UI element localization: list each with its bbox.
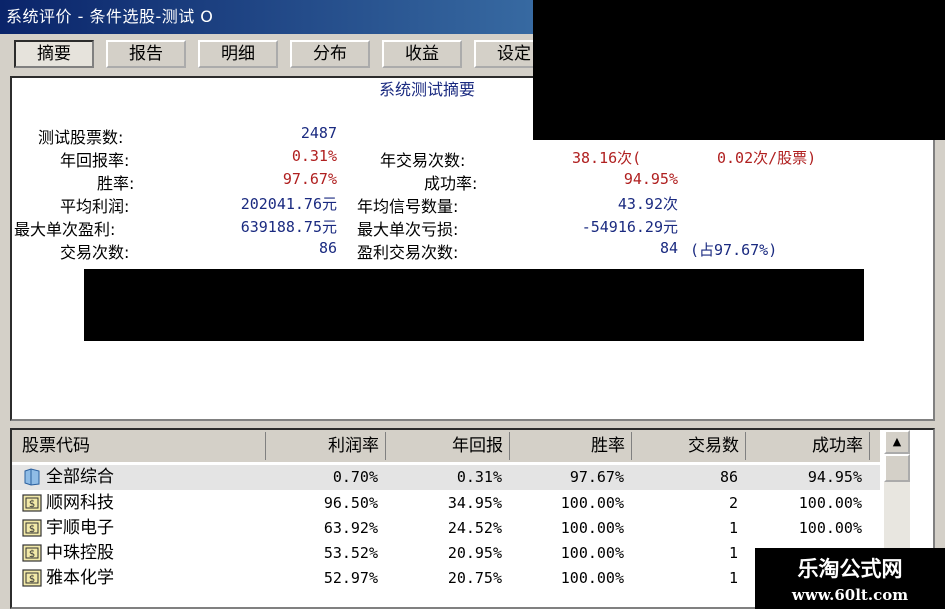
row-name-cell: 全部综合 bbox=[22, 465, 114, 490]
annual-signals-label: 年均信号数量: bbox=[357, 197, 459, 216]
trades-cell: 1 bbox=[728, 569, 738, 587]
annual-return-cell: 24.52% bbox=[447, 519, 502, 537]
table-row[interactable]: $ 宇顺电子 63.92% 24.52% 100.00% 1 100.00% bbox=[12, 516, 880, 541]
annual-signals-value: 43.92次 bbox=[617, 195, 678, 213]
stock-icon: $ bbox=[22, 519, 42, 537]
trade-count-label: 交易次数: bbox=[60, 243, 130, 262]
win-rate-cell: 97.67% bbox=[569, 468, 624, 486]
profit-rate-cell: 53.52% bbox=[323, 544, 378, 562]
annual-return-cell: 0.31% bbox=[456, 468, 502, 486]
stock-icon: $ bbox=[22, 544, 42, 562]
success-rate-cell: 100.00% bbox=[798, 494, 862, 512]
trades-cell: 1 bbox=[728, 544, 738, 562]
annual-return-cell: 20.95% bbox=[447, 544, 502, 562]
scroll-thumb[interactable] bbox=[884, 454, 910, 482]
win-rate-cell: 100.00% bbox=[560, 519, 624, 537]
header-success-rate[interactable]: 成功率 bbox=[746, 432, 870, 460]
svg-text:$: $ bbox=[29, 574, 35, 585]
table-row[interactable]: $ 中珠控股 53.52% 20.95% 100.00% 1 bbox=[12, 541, 880, 566]
win-rate-label: 胜率: bbox=[97, 174, 135, 193]
table-row[interactable]: $ 顺网科技 96.50% 34.95% 100.00% 2 100.00% bbox=[12, 491, 880, 516]
stock-icon: $ bbox=[22, 494, 42, 512]
test-stock-count-value: 2487 bbox=[300, 124, 337, 142]
tab-report[interactable]: 报告 bbox=[106, 40, 186, 68]
max-single-loss-label: 最大单次亏损: bbox=[357, 220, 459, 239]
row-name-cell: $ 顺网科技 bbox=[22, 491, 114, 516]
header-profit-rate[interactable]: 利润率 bbox=[266, 432, 386, 460]
table-row[interactable]: 全部综合 0.70% 0.31% 97.67% 86 94.95% bbox=[12, 465, 880, 490]
profit-trades-label: 盈利交易次数: bbox=[357, 243, 459, 262]
stock-name: 宇顺电子 bbox=[46, 518, 114, 538]
profit-rate-cell: 96.50% bbox=[323, 494, 378, 512]
profit-rate-cell: 0.70% bbox=[332, 468, 378, 486]
avg-profit-label: 平均利润: bbox=[60, 197, 130, 216]
trades-cell: 2 bbox=[728, 494, 738, 512]
trades-cell: 1 bbox=[728, 519, 738, 537]
win-rate-cell: 100.00% bbox=[560, 494, 624, 512]
redacted-area bbox=[84, 269, 864, 341]
annual-trades-label: 年交易次数: bbox=[380, 151, 466, 170]
watermark-url: www.60lt.com bbox=[791, 586, 909, 604]
annual-trades-value: 38.16次( bbox=[572, 149, 642, 167]
row-name-cell: $ 雅本化学 bbox=[22, 566, 114, 591]
header-win-rate[interactable]: 胜率 bbox=[510, 432, 632, 460]
svg-text:$: $ bbox=[29, 524, 35, 535]
avg-profit-value: 202041.76元 bbox=[240, 195, 337, 213]
folder-icon bbox=[24, 468, 40, 486]
success-rate-label: 成功率: bbox=[424, 174, 478, 193]
annual-return-label: 年回报率: bbox=[60, 151, 130, 170]
annual-return-cell: 34.95% bbox=[447, 494, 502, 512]
success-rate-value: 94.95% bbox=[623, 170, 678, 188]
profit-rate-cell: 52.97% bbox=[323, 569, 378, 587]
success-rate-cell: 100.00% bbox=[798, 519, 862, 537]
tab-detail[interactable]: 明细 bbox=[198, 40, 278, 68]
annual-trades-per-stock: 0.02次/股票) bbox=[717, 149, 817, 167]
tab-distribution[interactable]: 分布 bbox=[290, 40, 370, 68]
profit-rate-cell: 63.92% bbox=[323, 519, 378, 537]
row-name-cell: $ 宇顺电子 bbox=[22, 516, 114, 541]
test-stock-count-label: 测试股票数: bbox=[38, 128, 124, 147]
window-title: 系统评价 - 条件选股-测试 O bbox=[6, 7, 214, 26]
max-single-loss-value: -54916.29元 bbox=[581, 218, 678, 236]
stock-name: 顺网科技 bbox=[46, 493, 114, 513]
success-rate-cell: 94.95% bbox=[807, 468, 862, 486]
annual-return-value: 0.31% bbox=[291, 147, 337, 165]
trade-count-value: 86 bbox=[318, 239, 337, 257]
annual-return-cell: 20.75% bbox=[447, 569, 502, 587]
win-rate-cell: 100.00% bbox=[560, 569, 624, 587]
stock-name: 雅本化学 bbox=[46, 568, 114, 588]
table-row[interactable]: $ 雅本化学 52.97% 20.75% 100.00% 1 bbox=[12, 566, 880, 591]
scroll-up-button[interactable]: ▲ bbox=[884, 430, 910, 454]
max-single-profit-value: 639188.75元 bbox=[240, 218, 337, 236]
max-single-profit-label: 最大单次盈利: bbox=[14, 220, 116, 239]
stock-name: 中珠控股 bbox=[46, 543, 114, 563]
svg-text:$: $ bbox=[29, 499, 35, 510]
tab-summary[interactable]: 摘要 bbox=[14, 40, 94, 68]
row-name-cell: $ 中珠控股 bbox=[22, 541, 114, 566]
win-rate-cell: 100.00% bbox=[560, 544, 624, 562]
summary-title: 系统测试摘要 bbox=[378, 80, 475, 99]
watermark-title: 乐淘公式网 bbox=[797, 557, 903, 581]
tab-returns[interactable]: 收益 bbox=[382, 40, 462, 68]
svg-text:$: $ bbox=[29, 549, 35, 560]
table-header: 股票代码 利润率 年回报 胜率 交易数 成功率 bbox=[12, 430, 880, 462]
header-annual-return[interactable]: 年回报 bbox=[386, 432, 510, 460]
header-trades[interactable]: 交易数 bbox=[632, 432, 746, 460]
stock-name: 全部综合 bbox=[46, 467, 114, 487]
redacted-corner bbox=[533, 0, 945, 140]
site-watermark: 乐淘公式网 www.60lt.com bbox=[755, 548, 945, 609]
win-rate-value: 97.67% bbox=[282, 170, 337, 188]
profit-trades-share: (占97.67%) bbox=[690, 241, 778, 259]
stock-icon: $ bbox=[22, 569, 42, 587]
trades-cell: 86 bbox=[719, 468, 738, 486]
header-stock-code[interactable]: 股票代码 bbox=[16, 432, 266, 460]
profit-trades-value: 84 bbox=[659, 239, 678, 257]
